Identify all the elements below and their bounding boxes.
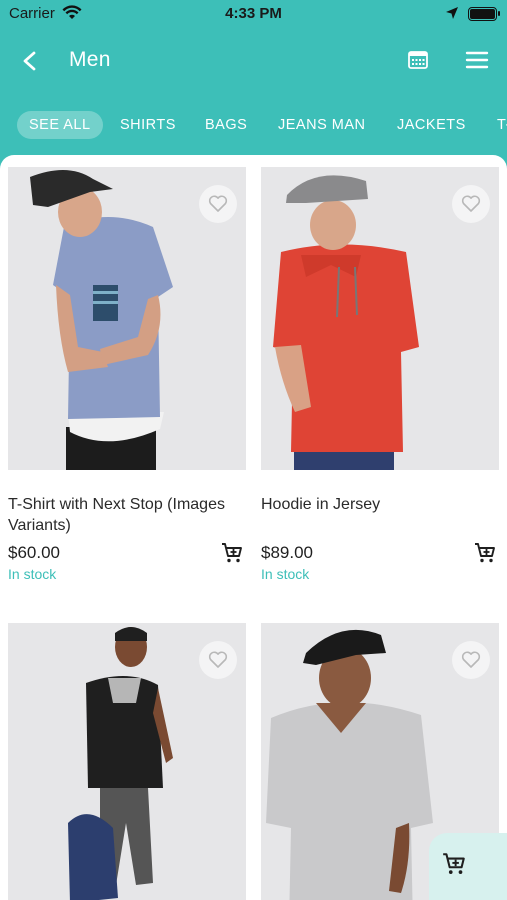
heart-icon bbox=[208, 195, 228, 212]
product-price: $60.00 bbox=[8, 543, 60, 562]
product-name[interactable]: T-Shirt with Next Stop (Images Variants) bbox=[8, 494, 246, 536]
location-arrow-icon bbox=[445, 6, 459, 24]
tab-jackets[interactable]: JACKETS bbox=[385, 111, 478, 139]
tab-shirts[interactable]: SHIRTS bbox=[108, 111, 188, 139]
cart-icon bbox=[443, 853, 465, 874]
battery-icon bbox=[468, 7, 500, 21]
status-time: 4:33 PM bbox=[225, 5, 282, 22]
product-name[interactable]: Hoodie in Jersey bbox=[261, 494, 499, 515]
tab-bags[interactable]: BAGS bbox=[193, 111, 259, 139]
calendar-icon[interactable] bbox=[407, 49, 429, 71]
add-to-cart-icon[interactable] bbox=[220, 541, 244, 565]
page-title: Men bbox=[69, 48, 111, 71]
tab-t-shirts[interactable]: T- bbox=[485, 111, 507, 139]
heart-icon bbox=[461, 651, 481, 668]
category-tabs: SEE ALL SHIRTS BAGS JEANS MAN JACKETS T- bbox=[0, 108, 507, 142]
tab-see-all[interactable]: SEE ALL bbox=[17, 111, 103, 139]
heart-icon bbox=[208, 651, 228, 668]
menu-icon[interactable] bbox=[464, 49, 490, 71]
tab-jeans-man[interactable]: JEANS MAN bbox=[266, 111, 378, 139]
add-to-cart-icon[interactable] bbox=[473, 541, 497, 565]
favorite-button[interactable] bbox=[199, 185, 237, 223]
product-image[interactable] bbox=[261, 167, 499, 470]
product-price: $89.00 bbox=[261, 543, 313, 562]
product-grid: T-Shirt with Next Stop (Images Variants)… bbox=[0, 155, 507, 900]
stock-status: In stock bbox=[261, 566, 310, 582]
status-bar: Carrier 4:33 PM bbox=[0, 0, 507, 30]
favorite-button[interactable] bbox=[452, 185, 490, 223]
stock-status: In stock bbox=[8, 566, 57, 582]
cart-button[interactable] bbox=[429, 833, 507, 900]
nav-bar: Men bbox=[0, 38, 507, 84]
heart-icon bbox=[461, 195, 481, 212]
product-image[interactable] bbox=[8, 623, 246, 900]
favorite-button[interactable] bbox=[452, 641, 490, 679]
back-arrow-icon[interactable] bbox=[16, 47, 44, 75]
favorite-button[interactable] bbox=[199, 641, 237, 679]
product-image[interactable] bbox=[8, 167, 246, 470]
